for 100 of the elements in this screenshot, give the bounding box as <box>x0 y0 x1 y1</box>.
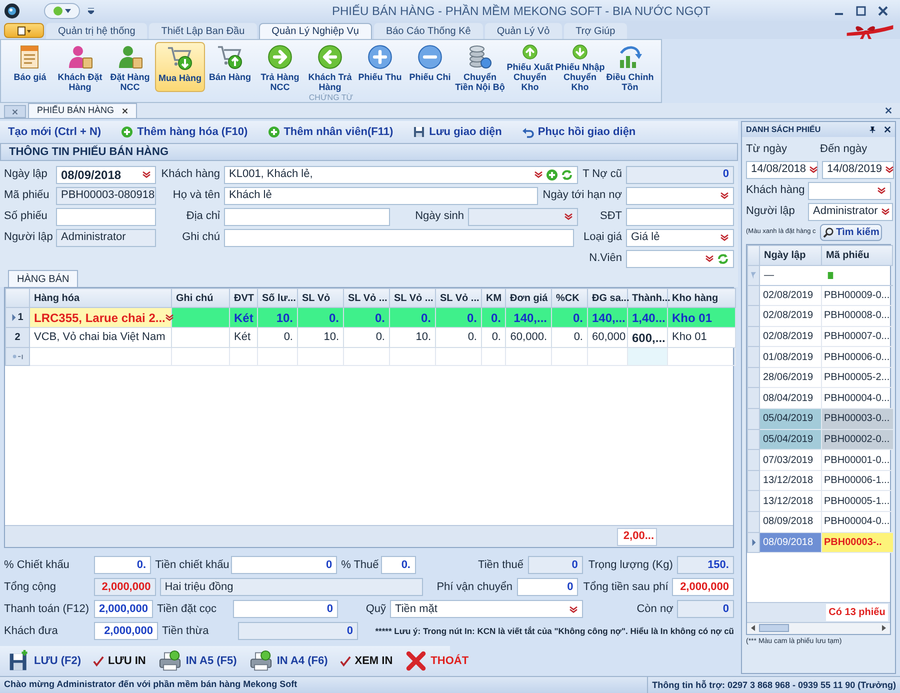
document-tab[interactable] <box>4 105 26 118</box>
table-cell[interactable]: 02/08/2019 <box>760 306 822 326</box>
ribbon-button[interactable]: Phiếu Nhập Chuyển Kho <box>555 42 605 92</box>
action-button[interactable]: LƯU (F2) <box>8 650 82 672</box>
toolbar-button[interactable]: Lưu giao diện <box>413 124 502 140</box>
table-cell[interactable]: PBH00001-0... <box>822 450 892 470</box>
ribbon-button[interactable]: Khách Trả Hàng <box>305 42 355 92</box>
table-cell[interactable]: 10. <box>298 328 344 348</box>
table-cell[interactable]: Két <box>230 328 258 348</box>
close-icon[interactable] <box>878 6 888 16</box>
table-cell[interactable]: 10. <box>390 328 436 348</box>
dropdown-icon[interactable] <box>569 606 578 612</box>
table-cell[interactable]: 0. <box>344 328 390 348</box>
table-cell[interactable]: PBH00008-0... <box>822 306 892 326</box>
grid-tab[interactable]: HÀNG BÁN <box>8 270 78 287</box>
input-field[interactable]: 0 <box>231 556 338 574</box>
action-button[interactable]: IN A5 (F5) <box>158 650 237 672</box>
input-field[interactable] <box>626 208 734 226</box>
table-cell[interactable]: 0. <box>436 328 482 348</box>
dropdown-icon[interactable] <box>880 208 890 215</box>
table-cell[interactable]: LRC355, Larue chai 2... <box>30 308 172 328</box>
ribbon-tab[interactable]: Trợ Giúp <box>564 23 628 39</box>
ribbon-button[interactable]: Chuyển Tiền Nội Bộ <box>455 42 505 92</box>
action-button[interactable]: THOÁT <box>404 650 469 672</box>
ribbon-button[interactable]: Điều Chỉnh Tồn <box>605 42 655 92</box>
dropdown-icon[interactable] <box>534 171 543 178</box>
maximize-icon[interactable] <box>856 6 866 16</box>
dropdown-field[interactable]: Tiền mặt <box>390 600 584 618</box>
table-cell[interactable]: PBH00006-1... <box>822 470 892 491</box>
table-cell[interactable]: PBH00009-0... <box>822 285 892 306</box>
ribbon-button[interactable]: Phiếu Chi <box>405 42 455 92</box>
horizontal-scrollbar[interactable] <box>747 622 890 634</box>
input-field[interactable]: 0. <box>381 556 416 574</box>
table-cell[interactable]: Kho 01 <box>668 328 736 348</box>
input-field[interactable]: 0 <box>232 600 338 618</box>
table-cell[interactable]: 0. <box>482 328 506 348</box>
dropdown-field[interactable]: 14/08/2019 <box>822 160 894 178</box>
input-field[interactable] <box>224 228 574 246</box>
dropdown-icon[interactable] <box>705 255 714 262</box>
table-cell[interactable]: 02/08/2019 <box>760 285 822 306</box>
dropdown-icon[interactable] <box>564 213 573 220</box>
ribbon-tab[interactable]: Thiết Lập Ban Đầu <box>149 23 257 39</box>
ribbon-button[interactable]: Khách Đặt Hàng <box>55 42 105 92</box>
ribbon-tab[interactable]: Báo Cáo Thống Kê <box>374 23 483 39</box>
filter-cell[interactable]: — <box>760 265 822 285</box>
toolbar-button[interactable]: Phục hồi giao diện <box>522 124 636 140</box>
pin-icon[interactable] <box>869 126 876 133</box>
dropdown-icon[interactable] <box>165 314 174 321</box>
table-cell[interactable]: 05/04/2019 <box>760 408 822 430</box>
action-button[interactable]: IN A4 (F6) <box>248 650 328 672</box>
input-field[interactable]: 2,000,000 <box>94 600 153 618</box>
table-cell[interactable]: 02/08/2019 <box>760 326 822 347</box>
table-cell[interactable]: 13/12/2018 <box>760 470 822 491</box>
table-cell[interactable]: 60,000 <box>588 328 628 348</box>
table-cell[interactable]: 0. <box>552 328 588 348</box>
column-header[interactable]: Hàng hóa <box>30 288 172 308</box>
ribbon-tab[interactable]: Quản Lý Nghiệp Vụ <box>258 23 372 39</box>
table-cell[interactable]: PBH00005-1... <box>822 490 892 512</box>
table-cell[interactable]: PBH00005-2... <box>822 367 892 388</box>
table-cell[interactable]: 13/12/2018 <box>760 490 822 512</box>
close-icon[interactable] <box>884 126 891 133</box>
dropdown-field[interactable] <box>626 250 734 268</box>
table-cell[interactable]: PBH00003-0... <box>822 408 892 430</box>
input-field[interactable] <box>56 208 156 226</box>
input-field[interactable]: 0. <box>94 556 152 574</box>
table-cell[interactable]: 08/09/2018 <box>760 512 822 532</box>
action-button[interactable]: XEM IN <box>340 652 393 670</box>
toolbar-button[interactable]: Thêm hàng hóa (F10) <box>121 124 248 140</box>
ribbon-button[interactable]: Báo giá <box>5 42 55 92</box>
dropdown-icon[interactable] <box>809 166 818 173</box>
close-icon[interactable] <box>122 108 128 114</box>
table-cell[interactable]: 01/08/2019 <box>760 346 822 368</box>
table-cell[interactable]: PBH00002-0... <box>822 429 892 450</box>
input-field[interactable] <box>224 208 390 226</box>
customize-icon[interactable] <box>88 8 94 14</box>
ribbon-tab[interactable]: Quản Lý Vỏ <box>484 23 562 39</box>
refresh-icon[interactable] <box>561 168 573 180</box>
table-cell[interactable]: PBH00006-0... <box>822 346 892 368</box>
ribbon-tab[interactable]: Quản trị hệ thống <box>46 23 148 39</box>
search-button[interactable]: Tìm kiếm <box>820 224 882 240</box>
add-icon[interactable] <box>546 168 558 180</box>
input-field[interactable]: 0 <box>516 578 578 596</box>
dropdown-icon[interactable] <box>720 234 729 241</box>
input-field[interactable]: 2,000,000 <box>94 622 158 640</box>
dropdown-icon[interactable] <box>720 192 729 199</box>
app-menu-button[interactable] <box>4 23 44 38</box>
ribbon-button[interactable]: Bán Hàng <box>205 42 255 92</box>
column-header[interactable]: Mã phiếu <box>822 245 892 265</box>
app-logo-icon[interactable] <box>4 3 20 19</box>
dropdown-field[interactable]: 08/09/2018 <box>56 166 156 184</box>
new-row-icon[interactable] <box>12 353 24 360</box>
input-field[interactable]: 2,000,000 <box>672 578 734 596</box>
table-cell[interactable]: VCB, Vỏ chai bia Việt Nam <box>30 328 172 348</box>
ribbon-button[interactable]: Phiếu Thu <box>355 42 405 92</box>
table-cell[interactable]: PBH00003-.. <box>822 532 892 553</box>
table-cell[interactable]: 05/04/2019 <box>760 429 822 450</box>
filter-icon[interactable] <box>751 272 756 278</box>
ribbon-button[interactable]: Đặt Hàng NCC <box>105 42 155 92</box>
dropdown-field[interactable]: Administrator <box>808 202 893 220</box>
action-button[interactable]: LƯU IN <box>93 652 146 670</box>
